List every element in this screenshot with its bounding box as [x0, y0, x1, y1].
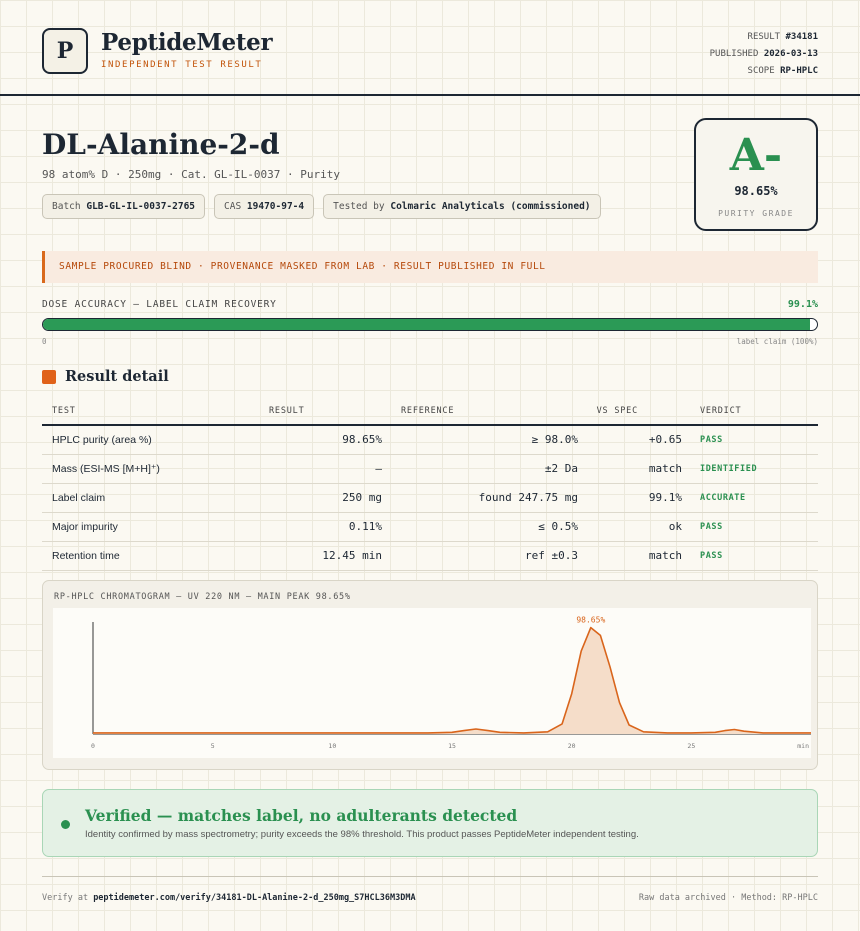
report-meta: RESULT #34181 PUBLISHED 2026-03-13 SCOPE…: [710, 29, 818, 80]
dose-accuracy-label: DOSE ACCURACY — LABEL CLAIM RECOVERY: [42, 299, 277, 310]
section-marker-icon: [42, 369, 56, 384]
test-result: 98.65%: [222, 425, 382, 455]
x-tick-label: 20: [568, 742, 576, 750]
test-verdict: PASS: [682, 425, 818, 455]
test-reference: ≥ 98.0%: [382, 425, 578, 455]
table-row: Mass (ESI-MS [M+H]⁺) — ±2 Da match IDENT…: [42, 454, 818, 484]
test-verdict: PASS: [682, 541, 818, 571]
product-title: DL-Alanine-2-d: [42, 128, 280, 161]
purity-grade-card: A- 98.65% PURITY GRADE: [694, 118, 818, 231]
test-vs-spec: match: [578, 454, 682, 484]
chromatogram-title: RP-HPLC CHROMATOGRAM — UV 220 NM — MAIN …: [54, 592, 351, 602]
result-id-row: RESULT #34181: [710, 29, 818, 46]
verify-prefix: Verify at: [42, 893, 89, 903]
footer-method: Raw data archived · Method: RP-HPLC: [638, 893, 818, 903]
product-chips: Batch GLB-GL-IL-0037-2765 CAS 19470-97-4…: [42, 194, 601, 219]
grade-value: 98.65%: [734, 184, 778, 198]
chromatogram-chart: 98.65% 0 5 10 15 20 25 min: [53, 608, 811, 758]
peak-label: 98.65%: [576, 616, 605, 625]
test-verdict: PASS: [682, 512, 818, 542]
result-id: #34181: [785, 32, 818, 42]
x-tick-label: 15: [448, 742, 456, 750]
test-name: Retention time: [42, 541, 222, 571]
col-header-test: TEST: [42, 397, 222, 426]
cas-chip: CAS 19470-97-4: [214, 194, 315, 219]
section-title: Result detail: [65, 368, 169, 385]
brand-tagline: INDEPENDENT TEST RESULT: [101, 60, 263, 70]
verify-link[interactable]: peptidemeter.com/verify/34181-DL-Alanine…: [93, 893, 415, 903]
scope-row: SCOPE RP-HPLC: [710, 63, 818, 80]
dose-scale-claim: label claim (100%): [736, 337, 818, 346]
grade-letter: A-: [729, 130, 783, 181]
test-result: 250 mg: [222, 483, 382, 513]
test-name: Label claim: [42, 483, 222, 513]
result-detail-heading: Result detail: [42, 368, 169, 385]
tested-value: Colmaric Analyticals (commissioned): [390, 201, 591, 212]
provenance-notice: SAMPLE PROCURED BLIND · PROVENANCE MASKE…: [42, 251, 818, 283]
test-verdict: ACCURATE: [682, 483, 818, 513]
grade-label: PURITY GRADE: [718, 209, 794, 218]
x-tick-label: 25: [687, 742, 695, 750]
result-label: RESULT: [747, 32, 781, 42]
col-header-verdict: VERDICT: [682, 397, 818, 426]
x-unit-label: min: [797, 742, 809, 750]
logo: P: [42, 28, 88, 74]
page-header: P PeptideMeter INDEPENDENT TEST RESULT R…: [0, 0, 860, 96]
table-header-row: TEST RESULT REFERENCE VS SPEC VERDICT: [42, 397, 818, 426]
col-header-reference: REFERENCE: [382, 397, 578, 426]
batch-chip: Batch GLB-GL-IL-0037-2765: [42, 194, 206, 219]
verified-subtitle: Identity confirmed by mass spectrometry;…: [85, 829, 639, 840]
table-row: HPLC purity (area %) 98.65% ≥ 98.0% +0.6…: [42, 425, 818, 455]
dose-progress-fill: [43, 319, 811, 330]
table-row: Label claim 250 mg found 247.75 mg 99.1%…: [42, 483, 818, 513]
published-label: PUBLISHED: [709, 49, 759, 59]
test-result: 0.11%: [222, 512, 382, 542]
batch-value: GLB-GL-IL-0037-2765: [86, 201, 196, 212]
x-tick-label: 0: [91, 742, 95, 750]
test-name: HPLC purity (area %): [42, 425, 222, 455]
tested-label: Tested by: [333, 201, 385, 212]
x-tick-label: 10: [328, 742, 336, 750]
col-header-vs-spec: VS SPEC: [578, 397, 682, 426]
footer-divider: [42, 876, 818, 877]
test-reference: ref ±0.3: [382, 541, 578, 571]
dose-accuracy-value: 99.1%: [787, 299, 818, 310]
product-subtitle: 98 atom% D · 250mg · Cat. GL-IL-0037 · P…: [42, 168, 341, 181]
test-reference: found 247.75 mg: [382, 483, 578, 513]
test-reference: ≤ 0.5%: [382, 512, 578, 542]
x-tick-label: 5: [211, 742, 215, 750]
test-reference: ±2 Da: [382, 454, 578, 484]
cas-value: 19470-97-4: [246, 201, 305, 212]
test-name: Major impurity: [42, 512, 222, 542]
col-header-result: RESULT: [222, 397, 382, 426]
dose-progress-bar: [42, 318, 818, 331]
dose-scale-zero: 0: [42, 337, 47, 346]
published-row: PUBLISHED 2026-03-13: [710, 46, 818, 63]
brand-name: PeptideMeter: [101, 29, 273, 56]
verified-title: Verified — matches label, no adulterants…: [85, 806, 518, 825]
test-result: 12.45 min: [222, 541, 382, 571]
footer-verify: Verify at peptidemeter.com/verify/34181-…: [42, 893, 416, 903]
chromatogram-panel: RP-HPLC CHROMATOGRAM — UV 220 NM — MAIN …: [42, 580, 818, 770]
scope-label: SCOPE: [747, 66, 775, 76]
test-vs-spec: match: [578, 541, 682, 571]
test-verdict: IDENTIFIED: [682, 454, 818, 484]
published-date: 2026-03-13: [763, 49, 818, 59]
cas-label: CAS: [224, 201, 242, 212]
test-name: Mass (ESI-MS [M+H]⁺): [42, 454, 222, 484]
results-table: TEST RESULT REFERENCE VS SPEC VERDICT HP…: [42, 397, 818, 571]
test-result: —: [222, 454, 382, 484]
verified-dot-icon: [61, 820, 70, 829]
batch-label: Batch: [52, 201, 81, 212]
table-row: Retention time 12.45 min ref ±0.3 match …: [42, 541, 818, 571]
verified-banner: Verified — matches label, no adulterants…: [42, 789, 818, 857]
scope-value: RP-HPLC: [780, 66, 818, 76]
tested-by-chip: Tested by Colmaric Analyticals (commissi…: [323, 194, 601, 219]
test-vs-spec: 99.1%: [578, 483, 682, 513]
test-vs-spec: ok: [578, 512, 682, 542]
chart-background: [53, 608, 811, 758]
test-vs-spec: +0.65: [578, 425, 682, 455]
table-row: Major impurity 0.11% ≤ 0.5% ok PASS: [42, 512, 818, 542]
